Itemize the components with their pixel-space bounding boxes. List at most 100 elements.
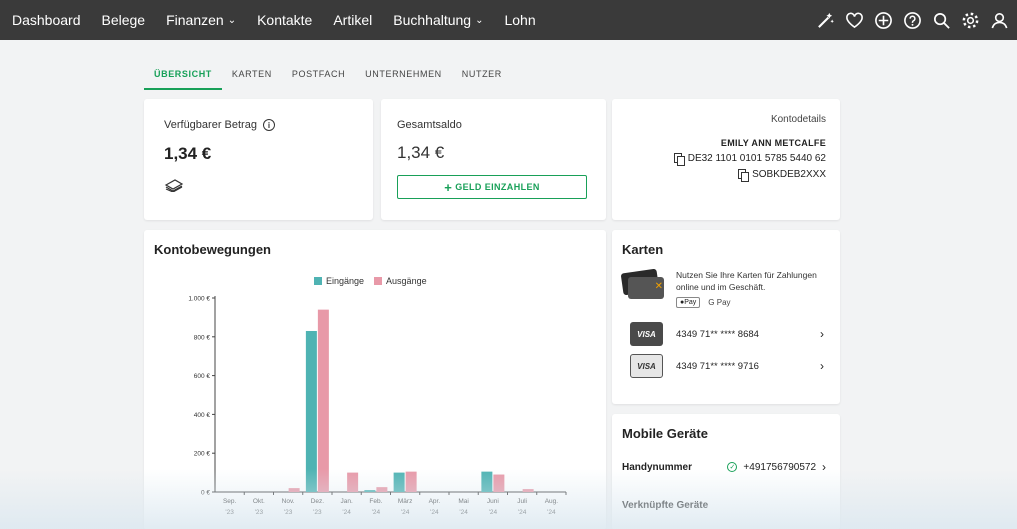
linked-devices-label: Verknüpfte Geräte bbox=[622, 500, 709, 511]
deposit-money-button[interactable]: + GELD EINZAHLEN bbox=[397, 175, 587, 199]
x-tick-label-month: Dez. bbox=[311, 498, 325, 505]
x-tick-label-month: Nov. bbox=[282, 498, 295, 505]
card-row[interactable]: VISA 4349 71** **** 8684 › bbox=[622, 322, 830, 346]
nav-item-label: Belege bbox=[101, 12, 146, 28]
account-movements-card: Kontobewegungen Eingänge Ausgänge 0 €200 … bbox=[144, 230, 606, 529]
x-tick-label-month: Juli bbox=[517, 498, 527, 505]
bar-outgoing bbox=[522, 489, 534, 492]
heart-icon[interactable] bbox=[844, 10, 864, 30]
gear-icon[interactable] bbox=[960, 10, 980, 30]
nav-item-label: Finanzen bbox=[166, 12, 224, 28]
tab-postfach[interactable]: POSTFACH bbox=[282, 66, 355, 90]
nav-item-belege[interactable]: Belege bbox=[102, 12, 146, 28]
x-tick-label-month: Sep. bbox=[223, 498, 237, 505]
total-balance-label: Gesamtsaldo bbox=[397, 119, 462, 131]
money-stack-icon bbox=[164, 176, 353, 195]
copy-bic-icon[interactable] bbox=[738, 169, 750, 182]
tab-nutzer[interactable]: NUTZER bbox=[452, 66, 512, 90]
nav-item-label: Dashboard bbox=[12, 12, 81, 28]
y-tick-label: 400 € bbox=[194, 412, 211, 419]
nav-item-finanzen[interactable]: Finanzen ⌄ bbox=[166, 12, 236, 28]
bar-outgoing bbox=[317, 309, 329, 492]
chevron-down-icon: ⌄ bbox=[475, 14, 484, 26]
card-number: 4349 71** **** 8684 bbox=[676, 328, 759, 340]
info-icon[interactable]: i bbox=[262, 119, 275, 131]
magic-wand-icon[interactable] bbox=[815, 10, 835, 30]
available-balance-value: 1,34 € bbox=[164, 144, 212, 163]
card-row[interactable]: VISA 4349 71** **** 9716 › bbox=[622, 354, 830, 378]
x-tick-label-year: '24 bbox=[372, 509, 381, 516]
tab-karten[interactable]: KARTEN bbox=[222, 66, 282, 90]
x-tick-label-year: '23 bbox=[255, 509, 264, 516]
x-tick-label-year: '24 bbox=[401, 509, 410, 516]
visa-card-icon: VISA bbox=[630, 322, 663, 346]
y-tick-label: 600 € bbox=[194, 373, 211, 380]
x-tick-label-year: '23 bbox=[284, 509, 293, 516]
x-tick-label-year: '23 bbox=[225, 509, 234, 516]
available-balance-label: Verfügbarer Betrag bbox=[164, 119, 257, 131]
x-tick-label-month: Apr. bbox=[429, 498, 441, 505]
account-holder-name: EMILY ANN METCALFE bbox=[720, 138, 826, 148]
tab-unternehmen[interactable]: UNTERNEHMEN bbox=[355, 66, 452, 90]
nav-menu: Dashboard Belege Finanzen ⌄ Kontakte Artikel B… bbox=[12, 12, 557, 28]
tab-übersicht[interactable]: ÜBERSICHT bbox=[144, 66, 222, 90]
top-icon-bar bbox=[815, 10, 1009, 30]
bar-outgoing bbox=[288, 488, 300, 492]
apple-pay-label: Pay bbox=[684, 299, 697, 306]
phone-number-row[interactable]: Handynummer ✓ +491756790572 › bbox=[622, 460, 830, 474]
bar-outgoing bbox=[347, 472, 359, 492]
apple-pay-badge: ●Pay bbox=[676, 297, 701, 308]
cards-card: Karten ✕ Nutzen Sie Ihre Karten für Zahl… bbox=[612, 230, 840, 404]
user-icon[interactable] bbox=[989, 10, 1009, 30]
x-tick-label-month: Aug. bbox=[545, 498, 559, 505]
chevron-right-icon: › bbox=[822, 460, 826, 474]
bar-incoming bbox=[305, 330, 317, 492]
x-tick-label-year: '24 bbox=[342, 509, 351, 516]
x-tick-label-year: '24 bbox=[547, 509, 556, 516]
nav-item-label: Buchhaltung bbox=[393, 12, 472, 28]
chevron-right-icon: › bbox=[820, 359, 824, 373]
copy-iban-icon[interactable] bbox=[673, 153, 685, 166]
bar-outgoing bbox=[493, 474, 505, 492]
x-tick-label-month: März bbox=[398, 498, 412, 505]
account-details-title: Kontodetails bbox=[770, 114, 826, 125]
nav-item-label: Kontakte bbox=[257, 12, 313, 28]
x-tick-label-year: '24 bbox=[518, 509, 527, 516]
nav-item-label: Artikel bbox=[333, 12, 373, 28]
bar-outgoing bbox=[405, 471, 417, 492]
phone-number-value: +491756790572 bbox=[743, 461, 816, 473]
iban-value: DE32 1101 0101 5785 5440 62 bbox=[687, 153, 826, 164]
y-tick-label: 0 € bbox=[201, 490, 210, 497]
verified-check-icon: ✓ bbox=[727, 462, 738, 472]
nav-item-label: Lohn bbox=[504, 12, 536, 28]
bar-incoming bbox=[364, 490, 376, 492]
x-tick-label-year: '24 bbox=[430, 509, 439, 516]
nav-item-dashboard[interactable]: Dashboard bbox=[12, 12, 81, 28]
help-icon[interactable] bbox=[902, 10, 922, 30]
cards-title: Karten bbox=[622, 242, 664, 257]
plus-icon: + bbox=[444, 179, 453, 195]
payment-cards-illustration: ✕ bbox=[620, 268, 666, 299]
search-icon[interactable] bbox=[931, 10, 951, 30]
x-tick-label-year: '24 bbox=[489, 509, 498, 516]
visa-card-icon: VISA bbox=[630, 354, 663, 378]
x-tick-label-year: '24 bbox=[459, 509, 468, 516]
total-balance-value: 1,34 € bbox=[397, 143, 445, 162]
bic-value: SOBKDEB2XXX bbox=[752, 169, 826, 180]
bar-incoming bbox=[481, 471, 493, 492]
plus-circle-icon[interactable] bbox=[873, 10, 893, 30]
mobile-devices-card: Mobile Geräte Handynummer ✓ +49175679057… bbox=[612, 414, 840, 529]
nav-item-lohn[interactable]: Lohn bbox=[504, 12, 535, 28]
y-tick-label: 800 € bbox=[194, 334, 211, 341]
nav-item-buchhaltung[interactable]: Buchhaltung ⌄ bbox=[393, 12, 483, 28]
x-tick-label-month: Feb. bbox=[369, 498, 382, 505]
nav-item-artikel[interactable]: Artikel bbox=[333, 12, 372, 28]
account-tabs: ÜBERSICHT KARTEN POSTFACH UNTERNEHMEN NUTZER bbox=[144, 66, 512, 90]
nav-item-kontakte[interactable]: Kontakte bbox=[257, 12, 312, 28]
y-tick-label: 200 € bbox=[194, 451, 211, 458]
phone-number-label: Handynummer bbox=[622, 461, 693, 473]
wallet-promo-text: Nutzen Sie Ihre Karten für Zahlungen onl… bbox=[676, 270, 817, 292]
account-details-card: Kontodetails EMILY ANN METCALFE DE32 110… bbox=[612, 99, 840, 220]
x-tick-label-month: Juni bbox=[487, 498, 499, 505]
chevron-down-icon: ⌄ bbox=[227, 14, 237, 26]
